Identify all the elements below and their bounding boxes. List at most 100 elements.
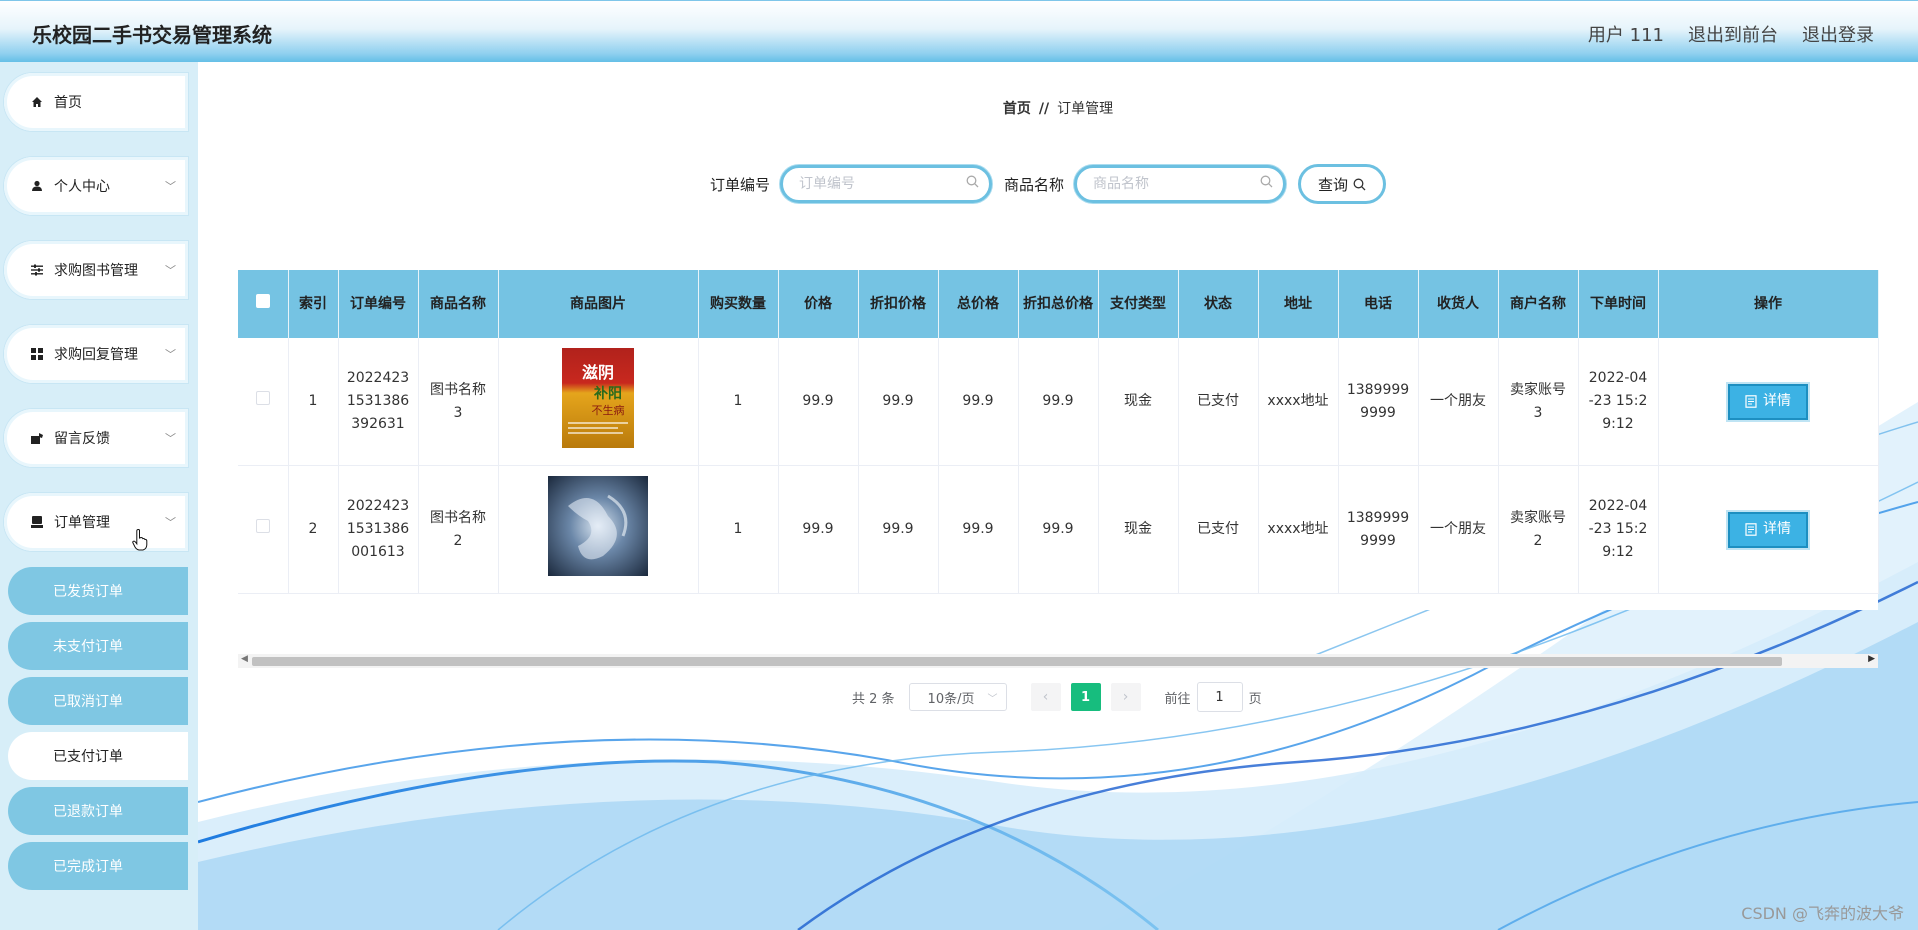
document-icon [1745, 523, 1757, 536]
sidebar-item-home[interactable]: 首页 [4, 73, 188, 131]
select-all-checkbox[interactable] [255, 294, 270, 308]
row-select-cell [238, 338, 289, 466]
column-header: 购买数量 [698, 270, 779, 338]
home-icon [30, 95, 44, 109]
book-cover-subtitle: 补阳 [593, 385, 622, 402]
search-icon [1260, 175, 1273, 192]
hand-cursor-icon [132, 529, 148, 555]
goods-name-input[interactable] [1091, 168, 1256, 200]
row-checkbox[interactable] [255, 391, 270, 405]
page-size-select[interactable]: 10条/页 ﹀ [908, 683, 1007, 711]
goods-image-cell [498, 465, 699, 594]
chevron-down-icon: ﹀ [987, 693, 998, 705]
back-to-front-link[interactable]: 退出到前台 [1688, 21, 1778, 47]
app-title: 乐校园二手书交易管理系统 [32, 23, 272, 47]
goods-image-cell: 滋阴 补阳 不生病 [498, 338, 699, 466]
status-cell: 已支付 [1178, 465, 1259, 594]
order-number-label: 订单编号 [710, 175, 771, 194]
sidebar-item-label: 求购图书管理 [54, 263, 138, 279]
table-row: 1 20224231531386392631 图书名称3 滋阴 补阳 不生病 1… [238, 338, 1879, 466]
column-header: 支付类型 [1098, 270, 1179, 338]
merchant-cell: 卖家账号2 [1498, 465, 1579, 594]
submenu-refunded-orders[interactable]: 已退款订单 [8, 787, 188, 835]
main-content: 首页 // 订单管理 订单编号 商品名称 查询 [198, 62, 1918, 930]
user-link[interactable]: 用户 111 [1588, 21, 1664, 47]
horizontal-scrollbar[interactable]: ◀ ▶ [238, 654, 1878, 668]
submenu-paid-orders[interactable]: 已支付订单 [8, 732, 188, 780]
table-row: 2 20224231531386001613 图书名称2 1 99.9 99.9 [238, 465, 1879, 594]
price-cell: 99.9 [778, 465, 859, 594]
scrollbar-thumb[interactable] [252, 657, 1782, 666]
discount-total-cell: 99.9 [1018, 338, 1099, 466]
submenu-cancelled-orders[interactable]: 已取消订单 [8, 677, 188, 725]
detail-button[interactable]: 详情 [1728, 383, 1808, 420]
detail-button-label: 详情 [1763, 521, 1791, 537]
scroll-right-arrow-icon[interactable]: ▶ [1868, 654, 1875, 664]
pay-type-cell: 现金 [1098, 465, 1179, 594]
submenu-unpaid-orders[interactable]: 未支付订单 [8, 622, 188, 670]
row-checkbox[interactable] [255, 519, 270, 533]
scroll-left-arrow-icon[interactable]: ◀ [241, 654, 248, 664]
column-header: 状态 [1178, 270, 1259, 338]
column-header: 折扣价格 [858, 270, 939, 338]
discount-price-cell: 99.9 [858, 465, 939, 594]
column-header: 收货人 [1418, 270, 1499, 338]
chevron-down-icon: ﹀ [165, 348, 176, 361]
submenu-shipped-orders[interactable]: 已发货订单 [8, 567, 188, 615]
breadcrumb: 首页 // 订单管理 [198, 98, 1918, 118]
sidebar-item-request-reply[interactable]: 求购回复管理 ﹀ [4, 325, 188, 383]
goods-name-cell: 图书名称3 [418, 338, 499, 466]
order-number-cell: 20224231531386392631 [338, 338, 419, 466]
submenu-completed-orders[interactable]: 已完成订单 [8, 842, 188, 890]
order-time-cell: 2022-04-23 15:29:12 [1578, 338, 1659, 466]
user-icon [30, 179, 44, 193]
merchant-cell: 卖家账号3 [1498, 338, 1579, 466]
column-header: 价格 [778, 270, 859, 338]
goods-name-field [1074, 165, 1287, 203]
index-cell: 1 [288, 338, 339, 466]
chevron-right-icon: › [1122, 689, 1129, 705]
query-button[interactable]: 查询 [1298, 164, 1387, 204]
goods-image [548, 475, 648, 576]
breadcrumb-home[interactable]: 首页 [1003, 101, 1031, 117]
pagination-total: 共 2 条 [852, 691, 895, 707]
goto-label: 前往 [1164, 691, 1191, 707]
row-select-cell [238, 465, 289, 594]
sidebar-item-label: 留言反馈 [54, 431, 110, 447]
book-cover-image: 滋阴 补阳 不生病 [562, 347, 634, 448]
total-price-cell: 99.9 [938, 465, 1019, 594]
sidebar-item-book-request[interactable]: 求购图书管理 ﹀ [4, 241, 188, 299]
chevron-down-icon: ﹀ [165, 180, 176, 193]
order-icon [30, 515, 44, 529]
table-header-row: 索引 订单编号 商品名称 商品图片 购买数量 价格 折扣价格 总价格 折扣总价格… [238, 270, 1879, 338]
book-cover-title: 滋阴 [582, 363, 614, 382]
goto-page-input[interactable]: 1 [1196, 682, 1243, 712]
price-cell: 99.9 [778, 338, 859, 466]
column-header: 操作 [1658, 270, 1879, 338]
receiver-cell: 一个朋友 [1418, 465, 1499, 594]
index-cell: 2 [288, 465, 339, 594]
sidebar-item-feedback[interactable]: 留言反馈 ﹀ [4, 409, 188, 467]
order-number-cell: 20224231531386001613 [338, 465, 419, 594]
detail-button[interactable]: 详情 [1728, 511, 1808, 548]
chevron-down-icon: ﹀ [165, 432, 176, 445]
discount-price-cell: 99.9 [858, 338, 939, 466]
sidebar-item-personal-center[interactable]: 个人中心 ﹀ [4, 157, 188, 215]
column-header: 电话 [1338, 270, 1419, 338]
receiver-cell: 一个朋友 [1418, 338, 1499, 466]
order-number-input[interactable] [797, 168, 962, 200]
watermark: CSDN @飞奔的波大爷 [1741, 904, 1904, 923]
page-number-button[interactable]: 1 [1070, 683, 1101, 711]
column-header: 下单时间 [1578, 270, 1659, 338]
chevron-down-icon: ﹀ [165, 264, 176, 277]
prev-page-button[interactable]: ‹ [1030, 683, 1061, 711]
sidebar: 首页 个人中心 ﹀ 求购图书管理 ﹀ 求购回复管理 ﹀ 留言反馈 ﹀ 订单管理 … [0, 62, 198, 930]
sidebar-item-order-management[interactable]: 订单管理 ﹀ [4, 493, 188, 551]
page-size-value: 10条/页 [927, 691, 975, 707]
top-header: 乐校园二手书交易管理系统 用户 111 退出到前台 退出登录 [0, 0, 1918, 63]
action-cell: 详情 [1658, 338, 1879, 466]
order-number-field [780, 165, 993, 203]
quantity-cell: 1 [698, 338, 779, 466]
next-page-button[interactable]: › [1110, 683, 1141, 711]
logout-link[interactable]: 退出登录 [1802, 21, 1874, 47]
